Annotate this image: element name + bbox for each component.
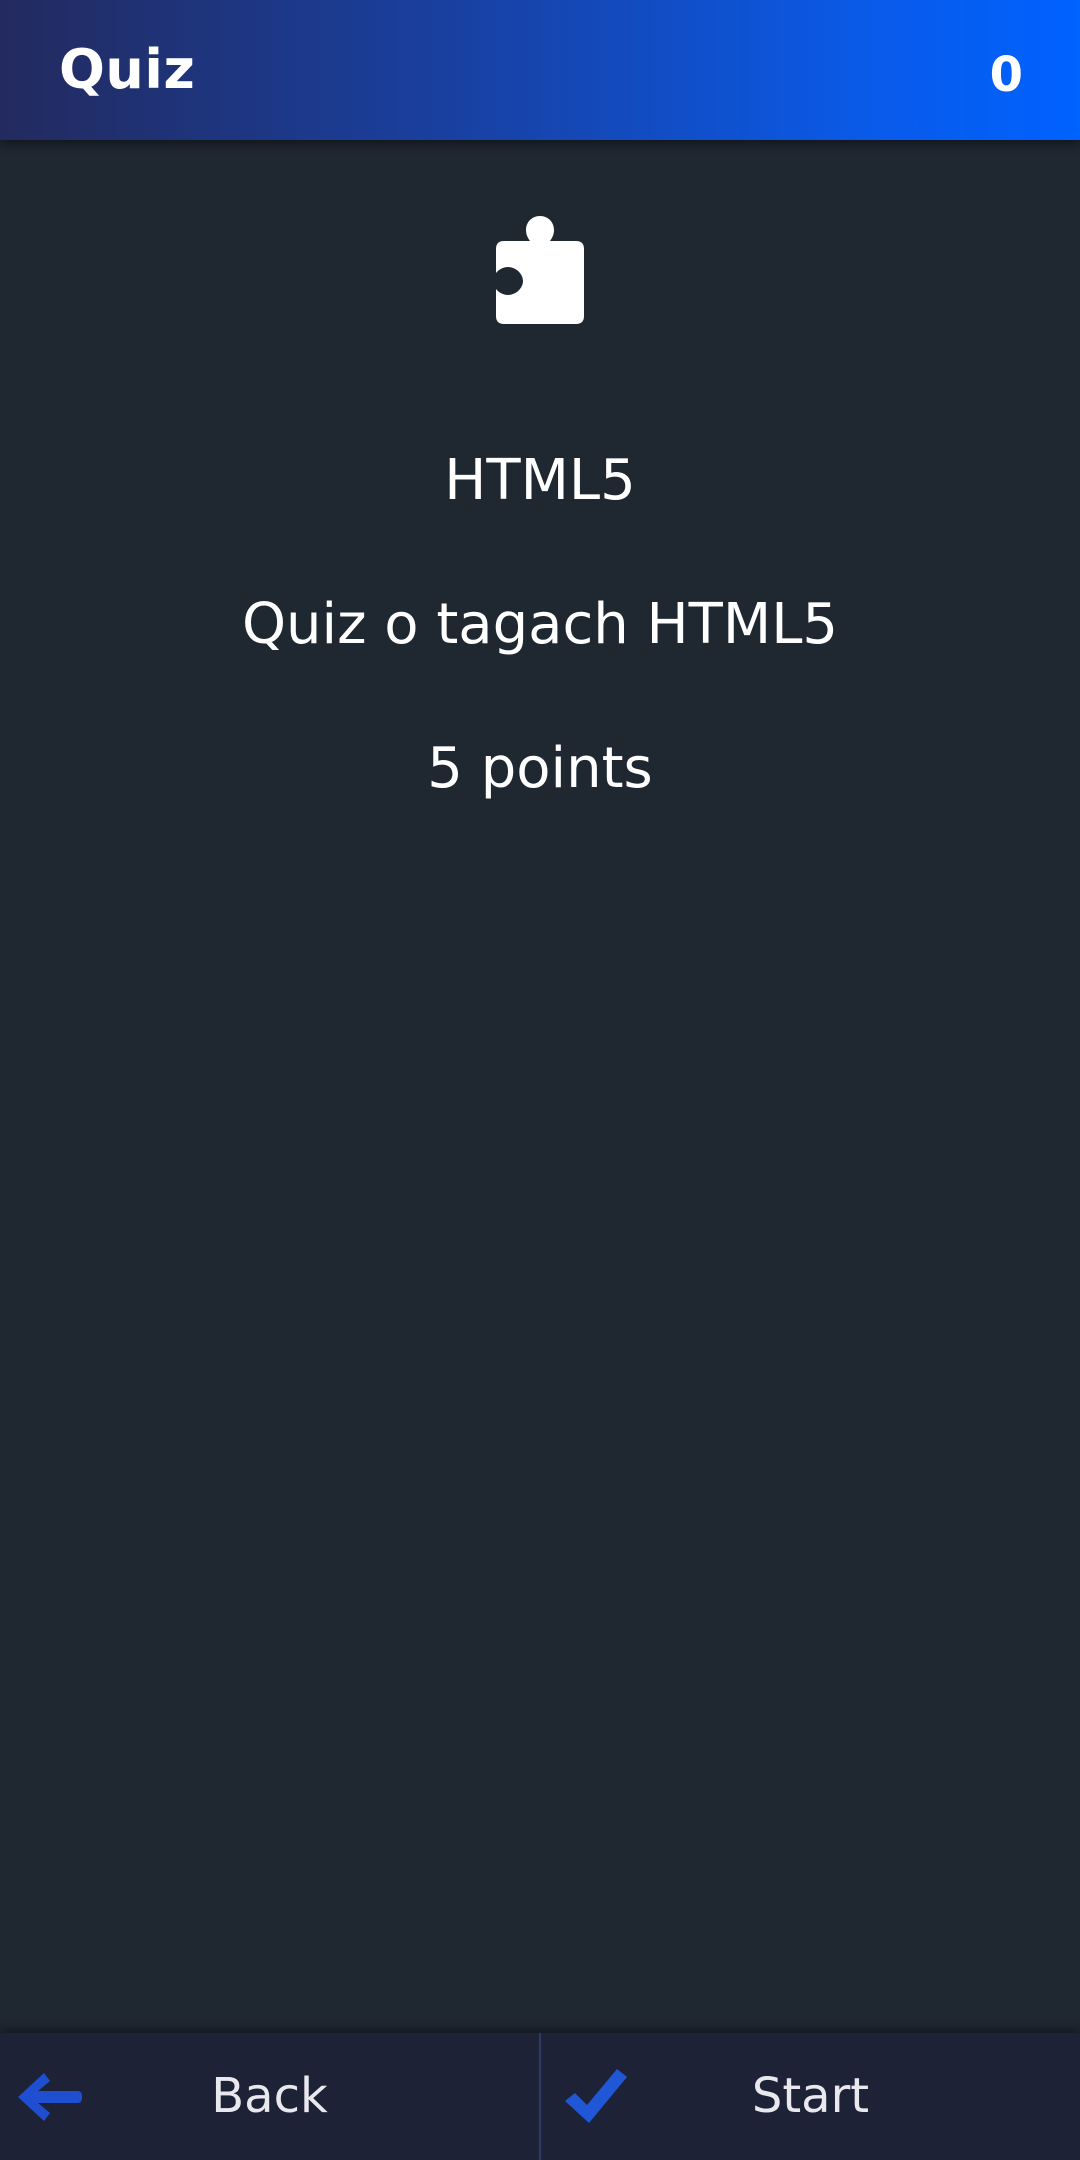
quiz-description: Quiz o tagach HTML5 [241,592,839,657]
quiz-screen: Quiz 0 HTML5 Quiz o tagach HTML5 5 point… [0,0,1080,2160]
score-counter: 0 [989,47,1023,103]
bottom-action-bar: Back Start [0,2033,1080,2160]
back-button-label: Back [211,2068,328,2124]
start-button-label: Start [751,2068,870,2124]
page-title: Quiz [59,38,196,101]
puzzle-piece-icon [496,216,584,324]
app-header: Quiz 0 [0,0,1080,140]
quiz-name: HTML5 [444,448,636,513]
quiz-details: HTML5 Quiz o tagach HTML5 5 points [0,140,1080,2033]
start-button[interactable]: Start [539,2033,1080,2160]
back-button[interactable]: Back [0,2033,539,2160]
quiz-points: 5 points [427,736,653,801]
